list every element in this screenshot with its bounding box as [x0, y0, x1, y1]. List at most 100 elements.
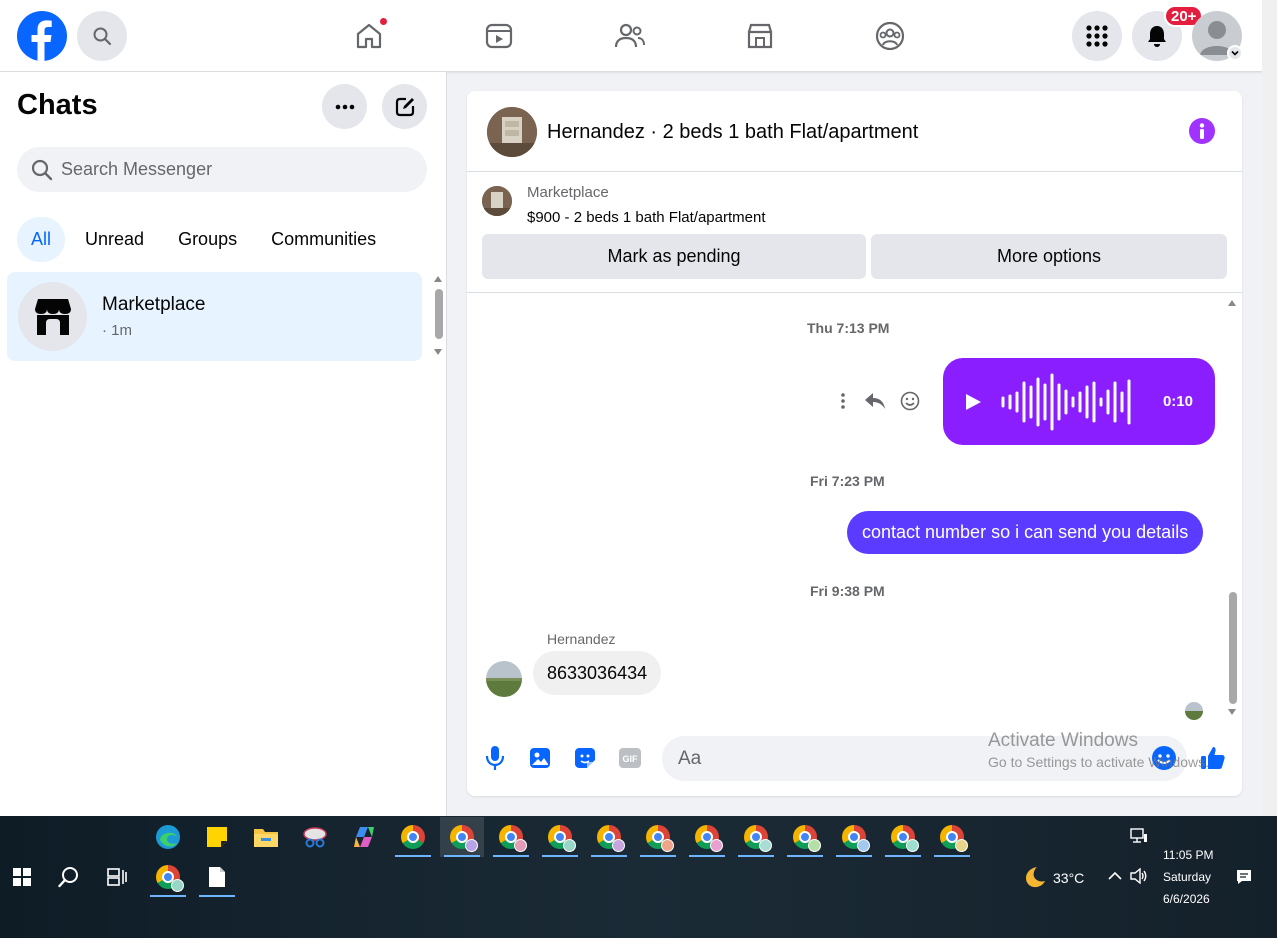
edge-taskbar-app[interactable]: [146, 817, 190, 857]
marketplace-nav-button[interactable]: [740, 16, 780, 56]
chrome-profile-taskbar-app[interactable]: [832, 817, 876, 857]
mark-as-pending-button[interactable]: Mark as pending: [482, 234, 866, 279]
sticker-icon[interactable]: [572, 745, 598, 771]
speaker-volume-icon[interactable]: [1130, 868, 1148, 884]
message-timestamp: Thu 7:13 PM: [807, 320, 890, 336]
file-explorer-taskbar-app[interactable]: [244, 817, 288, 857]
search-button[interactable]: [77, 11, 127, 61]
chat-time: · 1m: [102, 322, 132, 339]
play-icon[interactable]: [964, 393, 982, 411]
clock-date[interactable]: 6/6/2026: [1163, 892, 1210, 906]
chrome-profile-taskbar-app[interactable]: [734, 817, 778, 857]
bell-icon: [1146, 24, 1168, 48]
marketplace-icon: [32, 297, 74, 337]
notification-center-icon[interactable]: [1236, 869, 1252, 885]
snipping-tool-icon: [302, 825, 328, 849]
menu-button[interactable]: [1072, 11, 1122, 61]
messages-scroll-up-arrow[interactable]: [1228, 300, 1236, 306]
copilot-icon: [352, 825, 376, 849]
chrome-icon: [450, 825, 478, 852]
clock-time[interactable]: 11:05 PM: [1163, 848, 1213, 862]
tab-groups[interactable]: Groups: [164, 217, 251, 262]
chrome-profile-taskbar-app[interactable]: [636, 817, 680, 857]
react-emoji-icon[interactable]: [900, 391, 920, 411]
friends-nav-button[interactable]: [610, 16, 650, 56]
more-options-icon: [335, 104, 355, 110]
microphone-icon[interactable]: [482, 745, 508, 771]
chrome-icon: [646, 825, 674, 852]
chrome-profile-taskbar-app[interactable]: [489, 817, 533, 857]
chat-list-item[interactable]: Marketplace · 1m: [7, 272, 422, 361]
chrome-profile-taskbar-app[interactable]: [881, 817, 925, 857]
audio-waveform[interactable]: [1001, 373, 1137, 431]
home-nav-button[interactable]: [349, 16, 389, 56]
weather-moon-icon[interactable]: [1022, 865, 1046, 889]
outgoing-message[interactable]: contact number so i can send you details: [847, 511, 1204, 554]
sidebar-scroll-up-arrow[interactable]: [434, 276, 442, 282]
conversation-title[interactable]: Hernandez · 2 beds 1 bath Flat/apartment: [547, 121, 918, 144]
menu-grid-icon: [1086, 25, 1108, 47]
new-message-button[interactable]: [382, 84, 427, 129]
message-input-placeholder: Aa: [678, 747, 702, 769]
more-vertical-icon[interactable]: [840, 392, 846, 410]
chrome-profile-taskbar-app[interactable]: [538, 817, 582, 857]
search-icon: [58, 866, 80, 888]
messages-scrollbar-thumb[interactable]: [1229, 592, 1237, 704]
chrome-profile-taskbar-app[interactable]: [783, 817, 827, 857]
chrome-profile-taskbar-app[interactable]: [587, 817, 631, 857]
chrome-icon: [695, 825, 723, 852]
chrome-profile-taskbar-app[interactable]: [440, 817, 484, 857]
account-menu-chevron[interactable]: [1227, 45, 1243, 61]
facebook-logo[interactable]: [17, 11, 67, 61]
document-icon: [208, 866, 226, 888]
activate-windows-title: Activate Windows: [988, 730, 1138, 751]
weather-temperature[interactable]: 33°C: [1053, 870, 1084, 886]
sticky-notes-taskbar-app[interactable]: [195, 817, 239, 857]
video-nav-button[interactable]: [479, 16, 519, 56]
search-icon: [92, 26, 112, 46]
chrome-profile-taskbar-app[interactable]: [930, 817, 974, 857]
listing-title[interactable]: $900 - 2 beds 1 bath Flat/apartment: [527, 209, 765, 226]
show-hidden-icons-chevron[interactable]: [1108, 871, 1122, 881]
clock-day[interactable]: Saturday: [1163, 870, 1211, 884]
tab-communities[interactable]: Communities: [257, 217, 390, 262]
gif-icon[interactable]: GIF: [617, 745, 643, 771]
chrome-taskbar-app[interactable]: [391, 817, 435, 857]
friends-icon: [614, 21, 646, 51]
taskbar-search-button[interactable]: [47, 857, 91, 897]
photo-icon[interactable]: [527, 745, 553, 771]
tab-all[interactable]: All: [17, 217, 66, 262]
chrome-profile-taskbar-app[interactable]: [146, 857, 190, 897]
page-scrollbar[interactable]: [1262, 0, 1277, 816]
notepad-taskbar-app[interactable]: [195, 857, 239, 897]
conversation-avatar[interactable]: [487, 107, 537, 157]
marketplace-listing-card: Marketplace $900 - 2 beds 1 bath Flat/ap…: [467, 173, 1242, 293]
messages-scroll-down-arrow[interactable]: [1228, 709, 1236, 715]
chrome-icon: [744, 825, 772, 852]
incoming-message[interactable]: 8633036434: [533, 651, 662, 695]
sidebar-scrollbar-thumb[interactable]: [435, 289, 443, 339]
sidebar-scroll-down-arrow[interactable]: [434, 349, 442, 355]
sender-avatar[interactable]: [486, 661, 522, 697]
chrome-profile-taskbar-app[interactable]: [685, 817, 729, 857]
message-timestamp: Fri 9:38 PM: [810, 583, 885, 599]
task-view-button[interactable]: [95, 857, 139, 897]
chat-options-button[interactable]: [322, 84, 367, 129]
snipping-tool-taskbar-app[interactable]: [293, 817, 337, 857]
message-list: Thu 7:13 PM 0:10 Fri 7:23 PM contact num…: [467, 294, 1242, 724]
more-options-button[interactable]: More options: [871, 234, 1227, 279]
tab-unread[interactable]: Unread: [71, 217, 158, 262]
network-icon[interactable]: [1130, 828, 1148, 844]
listing-thumbnail[interactable]: [482, 186, 512, 216]
chrome-icon: [842, 825, 870, 852]
message-timestamp: Fri 7:23 PM: [810, 473, 885, 489]
reply-icon[interactable]: [864, 392, 886, 410]
video-icon: [484, 21, 514, 51]
groups-nav-button[interactable]: [870, 16, 910, 56]
chevron-down-icon: [1230, 48, 1240, 58]
start-button[interactable]: [0, 857, 44, 897]
search-messenger-input[interactable]: Search Messenger: [17, 147, 427, 192]
info-icon[interactable]: [1189, 118, 1215, 144]
copilot-taskbar-app[interactable]: [342, 817, 386, 857]
chat-name: Marketplace: [102, 294, 206, 315]
